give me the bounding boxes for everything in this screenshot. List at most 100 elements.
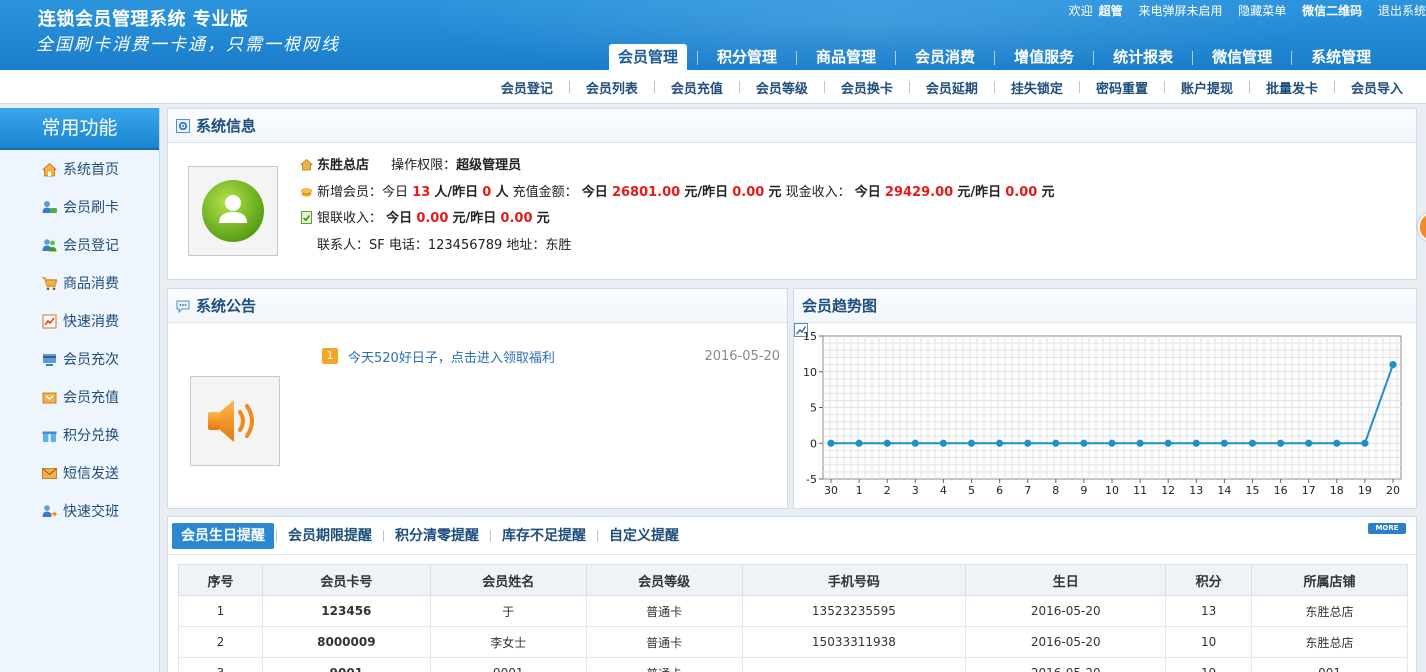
sub-nav-separator: [823, 81, 825, 93]
table-row[interactable]: 2 8000009 李女士 普通卡 15033311938 2016-05-20 10 东胜总…: [178, 626, 1408, 658]
sub-nav-item-6[interactable]: 挂失锁定: [1000, 78, 1074, 97]
table-cell: [741, 657, 967, 672]
main-nav-item-2[interactable]: 商品管理: [807, 44, 885, 70]
notice-header: 系统公告: [168, 289, 787, 323]
trend-title: 会员趋势图: [802, 296, 878, 315]
sub-nav-item-2[interactable]: 会员充值: [660, 78, 734, 97]
reminder-panel: 会员生日提醒 会员期限提醒 积分清零提醒 库存不足提醒 自定义提醒 MORE 序号 会员卡号…: [167, 516, 1417, 672]
table-cell: 东胜总店: [1251, 595, 1408, 627]
trend-panel: 会员趋势图 -5 0 5 10 15 30 1 2 3 4 5 6 7 8 9 10 11 12 13 14 15 16 1…: [793, 288, 1417, 509]
more-button[interactable]: MORE: [1368, 523, 1406, 534]
contact-line: 联系人：SF 电话：123456789 地址：东胜: [317, 237, 572, 253]
sidebar-item-label: 短信发送: [63, 466, 119, 482]
main-nav-item-6[interactable]: 微信管理: [1203, 44, 1281, 70]
cart-icon: [42, 276, 57, 290]
store-line: 东胜总店 操作权限：超级管理员: [300, 153, 1054, 180]
data-point: [1080, 439, 1088, 447]
unionpay-unit: 元: [536, 211, 550, 226]
main-nav-item-1[interactable]: 积分管理: [708, 44, 786, 70]
x-tick-label: 30: [824, 484, 838, 497]
column-header: 积分: [1165, 564, 1253, 596]
nav-separator: [697, 51, 699, 65]
y-tick-label: 5: [810, 402, 817, 415]
sidebar-item-label: 快速交班: [63, 504, 119, 520]
notice-date: 2016-05-20: [704, 348, 780, 364]
hide-menu-link[interactable]: 隐藏菜单: [1238, 4, 1286, 18]
sub-nav-item-4[interactable]: 会员换卡: [830, 78, 904, 97]
side-float-widget[interactable]: [1418, 212, 1426, 242]
main-nav-item-7[interactable]: 系统管理: [1302, 44, 1380, 70]
sidebar-item-8[interactable]: 短信发送: [0, 454, 159, 492]
main-nav-item-5[interactable]: 统计报表: [1104, 44, 1182, 70]
notice-item[interactable]: 1 今天520好日子，点击进入领取福利 2016-05-20: [322, 346, 780, 366]
x-tick-label: 18: [1330, 484, 1344, 497]
recharge-count-icon: [43, 353, 56, 366]
wechat-qr-link[interactable]: 微信二维码: [1302, 4, 1362, 18]
sidebar-item-label: 会员充值: [63, 390, 119, 406]
main-nav-item-3[interactable]: 会员消费: [906, 44, 984, 70]
table-cell: 19: [1165, 657, 1253, 672]
sidebar-item-4[interactable]: 快速消费: [0, 302, 159, 340]
data-point: [911, 439, 919, 447]
nav-separator: [1291, 51, 1293, 65]
sub-nav-item-0[interactable]: 会员登记: [490, 78, 564, 97]
table-cell: 普通卡: [585, 657, 743, 672]
sidebar-item-7[interactable]: 积分兑换: [0, 416, 159, 454]
x-tick-label: 1: [856, 484, 863, 497]
sidebar-item-1[interactable]: 会员刷卡: [0, 188, 159, 226]
sub-nav-item-7[interactable]: 密码重置: [1085, 78, 1159, 97]
sidebar-item-6[interactable]: 会员充值: [0, 378, 159, 416]
sidebar-title: 常用功能: [0, 108, 159, 150]
main-nav-item-4[interactable]: 增值服务: [1005, 44, 1083, 70]
reminder-tab-4[interactable]: 自定义提醒: [600, 523, 688, 549]
notice-link[interactable]: 今天520好日子，点击进入领取福利: [348, 347, 555, 366]
table-row[interactable]: 1 123456 于普通卡 13523235595 2016-05-20 13 东胜总店: [178, 595, 1408, 627]
sidebar-item-3[interactable]: 商品消费: [0, 264, 159, 302]
recharge-today-label: 今日: [581, 184, 608, 200]
reminder-tab-2[interactable]: 积分清零提醒: [386, 523, 488, 549]
data-point: [1164, 439, 1172, 447]
sub-nav-item-9[interactable]: 批量发卡: [1255, 78, 1329, 97]
sidebar-item-0[interactable]: 系统首页: [0, 150, 159, 188]
unionpay-yesterday: 0.00: [500, 211, 533, 226]
sub-nav-separator: [993, 81, 995, 93]
sidebar-item-5[interactable]: 会员充次: [0, 340, 159, 378]
logout-link[interactable]: 退出系统: [1378, 4, 1426, 18]
main-nav-item-0[interactable]: 会员管理: [609, 44, 688, 70]
sidebar-item-9[interactable]: 快速交班: [0, 492, 159, 530]
data-point: [883, 439, 891, 447]
table-row[interactable]: 390019001普通卡2016-05-2019001: [178, 657, 1408, 672]
welcome-text: 欢迎: [1068, 4, 1093, 18]
recharge-label: 充值金额：: [512, 184, 578, 200]
sidebar-item-2[interactable]: 会员登记: [0, 226, 159, 264]
table-cell: 001: [1251, 657, 1408, 672]
table-cell: 普通卡: [585, 595, 743, 627]
sub-nav-item-5[interactable]: 会员延期: [915, 78, 989, 97]
tab-separator: [490, 529, 491, 542]
sub-nav-item-10[interactable]: 会员导入: [1340, 78, 1414, 97]
store-name: 东胜总店: [317, 158, 370, 173]
avatar: [188, 166, 278, 256]
cash-today: 29429.00: [884, 184, 954, 200]
table-cell: 13523235595: [741, 595, 967, 627]
x-tick-label: 6: [996, 484, 1003, 497]
sub-nav-item-8[interactable]: 账户提现: [1170, 78, 1244, 97]
reminder-tabs: 会员生日提醒 会员期限提醒 积分清零提醒 库存不足提醒 自定义提醒 MORE: [168, 517, 1416, 555]
column-header: 手机号码: [741, 564, 967, 596]
x-tick-label: 3: [912, 484, 919, 497]
reminder-tab-3[interactable]: 库存不足提醒: [493, 523, 595, 549]
data-point: [1024, 439, 1032, 447]
sidebar-item-label: 系统首页: [63, 162, 119, 178]
speech-bubble-icon: [176, 300, 190, 313]
reminder-tab-1[interactable]: 会员期限提醒: [279, 523, 381, 549]
cash-today-label: 今日: [854, 184, 881, 200]
sub-nav-item-1[interactable]: 会员列表: [575, 78, 649, 97]
tab-separator: [276, 529, 277, 542]
home-icon: [300, 158, 313, 171]
x-tick-label: 7: [1024, 484, 1031, 497]
sub-nav-item-3[interactable]: 会员等级: [745, 78, 819, 97]
popup-status-link[interactable]: 来电弹屏未启用: [1138, 4, 1222, 18]
reminder-tab-0[interactable]: 会员生日提醒: [172, 522, 274, 549]
sub-nav-separator: [908, 81, 910, 93]
y-tick-label: 15: [803, 330, 817, 343]
